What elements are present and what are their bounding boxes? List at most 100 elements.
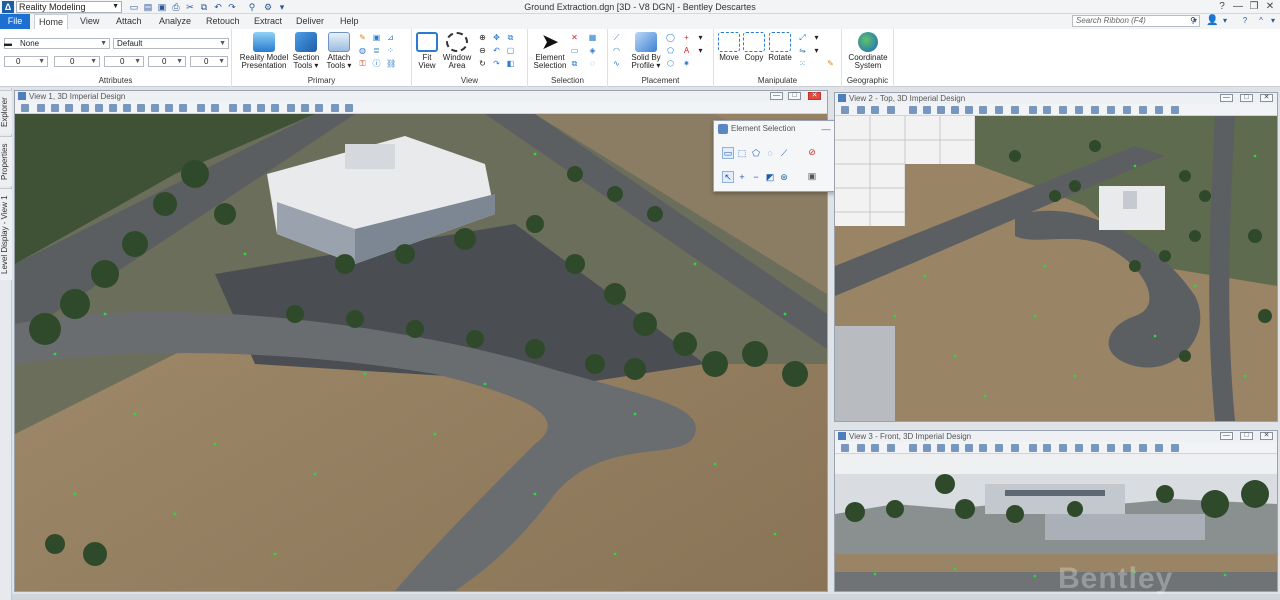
tools-icon[interactable] (315, 104, 323, 112)
help-icon[interactable]: ? (1240, 15, 1250, 27)
zoom-in-icon[interactable]: ⊕ (478, 33, 487, 42)
select-line-icon[interactable]: ⟋ (778, 147, 790, 159)
walk-icon[interactable] (1011, 444, 1019, 452)
select-options-icon[interactable]: ▣ (806, 170, 818, 182)
tab-view[interactable]: View (76, 14, 103, 29)
filter-icon[interactable] (287, 104, 295, 112)
globe-icon[interactable]: ◍ (358, 46, 367, 55)
cut-icon[interactable]: ✂ (184, 1, 196, 13)
zoom-in-icon[interactable] (923, 106, 931, 114)
view-attributes-icon[interactable] (21, 104, 29, 112)
fit-view-icon[interactable] (965, 106, 973, 114)
copy-button[interactable]: Copy (742, 32, 766, 62)
view-next-icon[interactable]: ↷ (492, 59, 501, 68)
view-previous-icon[interactable] (1029, 106, 1037, 114)
search-view-icon[interactable] (331, 104, 339, 112)
measure-view-icon[interactable] (1171, 106, 1179, 114)
filter-icon[interactable] (1123, 444, 1131, 452)
rotate-view-icon[interactable] (151, 104, 159, 112)
pin-icon[interactable]: ⚲ (246, 1, 258, 13)
select-all-icon[interactable]: ▦ (588, 33, 597, 42)
view-attributes-icon[interactable] (841, 444, 849, 452)
cell-icon[interactable]: ⬡ (666, 59, 675, 68)
section-tools-button[interactable]: Section Tools ▾ (290, 32, 322, 70)
delete-icon[interactable]: ✕ (570, 33, 579, 42)
clip-volume-icon[interactable] (1059, 106, 1067, 114)
redo-icon[interactable]: ↷ (226, 1, 238, 13)
zoom-out-icon[interactable] (109, 104, 117, 112)
transparency-combo[interactable]: 0 ▼ (148, 56, 186, 67)
fit-view-icon[interactable] (965, 444, 973, 452)
mirror-icon[interactable]: ⇋ (798, 46, 807, 55)
view-display-icon[interactable] (857, 106, 865, 114)
tab-home[interactable]: Home (34, 14, 69, 29)
view-minimize-button[interactable]: — (770, 92, 783, 100)
linestyle-combo[interactable]: 0 ▼ (104, 56, 144, 67)
view-next-icon[interactable] (211, 104, 219, 112)
line-icon[interactable]: ⟋ (612, 33, 621, 42)
update-view-icon[interactable] (81, 104, 89, 112)
camera-icon[interactable] (1091, 106, 1099, 114)
clip-volume-icon[interactable] (229, 104, 237, 112)
tab-attach[interactable]: Attach (112, 14, 146, 29)
filter-icon[interactable] (1123, 106, 1131, 114)
tab-level-display[interactable]: Level Display - View 1 (0, 188, 12, 280)
view-previous-icon[interactable] (197, 104, 205, 112)
tab-file[interactable]: File (0, 14, 30, 29)
view-2-window[interactable]: View 2 - Top, 3D Imperial Design — □ ✕ (834, 92, 1278, 422)
camera-icon[interactable] (257, 104, 265, 112)
select-shape-icon[interactable]: ⬠ (750, 147, 762, 159)
text-style-combo[interactable]: Default ▼ (113, 38, 229, 49)
weight-combo[interactable]: 0 ▼ (54, 56, 100, 67)
tab-analyze[interactable]: Analyze (155, 14, 195, 29)
tab-explorer[interactable]: Explorer (0, 90, 12, 134)
view-previous-icon[interactable] (1029, 444, 1037, 452)
view-settings-icon[interactable] (871, 444, 879, 452)
customize-icon[interactable]: ▾ (276, 1, 288, 13)
select-add-icon[interactable]: + (736, 171, 748, 183)
select-circle-icon[interactable]: ◌ (764, 147, 776, 159)
tab-deliver[interactable]: Deliver (292, 14, 328, 29)
view-maximize-button[interactable]: □ (1240, 94, 1253, 102)
update-view-icon[interactable] (909, 106, 917, 114)
move-button[interactable]: Move (716, 32, 742, 62)
ribbon-minimize-icon[interactable]: ^ (1256, 15, 1266, 27)
search-view-icon[interactable] (1155, 444, 1163, 452)
select-invert-icon[interactable]: ◩ (764, 171, 776, 183)
dropdown-icon[interactable]: ▾ (812, 46, 821, 55)
circle-icon[interactable]: ◯ (666, 33, 675, 42)
maximize-button[interactable]: ❐ (1246, 0, 1262, 13)
solid-by-profile-button[interactable]: Solid By Profile ▾ (626, 32, 666, 70)
color-brush-icon[interactable]: ✎ (826, 59, 835, 68)
zoom-in-icon[interactable] (95, 104, 103, 112)
clip-mask-icon[interactable] (1075, 106, 1083, 114)
rotate-view-icon[interactable]: ↻ (478, 59, 487, 68)
select-subtract-icon[interactable]: − (750, 171, 762, 183)
hide-icon[interactable]: ◌ (588, 59, 597, 68)
view-rotate-icon[interactable] (887, 444, 895, 452)
attach-tools-button[interactable]: Attach Tools ▾ (324, 32, 354, 70)
isolate-icon[interactable]: ◈ (588, 46, 597, 55)
tab-properties[interactable]: Properties (0, 136, 12, 186)
tab-extract[interactable]: Extract (250, 14, 286, 29)
clip-mask-icon[interactable] (243, 104, 251, 112)
pan-view-icon[interactable] (995, 106, 1003, 114)
color-combo[interactable]: 0 ▼ (4, 56, 48, 67)
scale-icon[interactable]: ⤢ (798, 33, 807, 42)
zoom-in-icon[interactable] (923, 444, 931, 452)
zoom-out-icon[interactable] (937, 106, 945, 114)
view-previous-icon[interactable]: ↶ (492, 46, 501, 55)
coordinate-system-button[interactable]: Coordinate System (844, 32, 892, 70)
point-icon[interactable]: + (682, 33, 691, 42)
info-icon[interactable]: ⓘ (372, 59, 381, 68)
render-icon[interactable] (271, 104, 279, 112)
view-rotate-icon[interactable] (887, 106, 895, 114)
select-all-icon[interactable]: ⊛ (778, 171, 790, 183)
window-area-icon[interactable] (951, 444, 959, 452)
dialog-minimize-button[interactable]: — (820, 124, 832, 134)
measure-view-icon[interactable] (345, 104, 353, 112)
view-next-icon[interactable] (1043, 106, 1051, 114)
link-icon[interactable]: ⛓ (386, 59, 396, 68)
view-maximize-button[interactable]: □ (1240, 432, 1253, 440)
zoom-out-icon[interactable]: ⊖ (478, 46, 487, 55)
